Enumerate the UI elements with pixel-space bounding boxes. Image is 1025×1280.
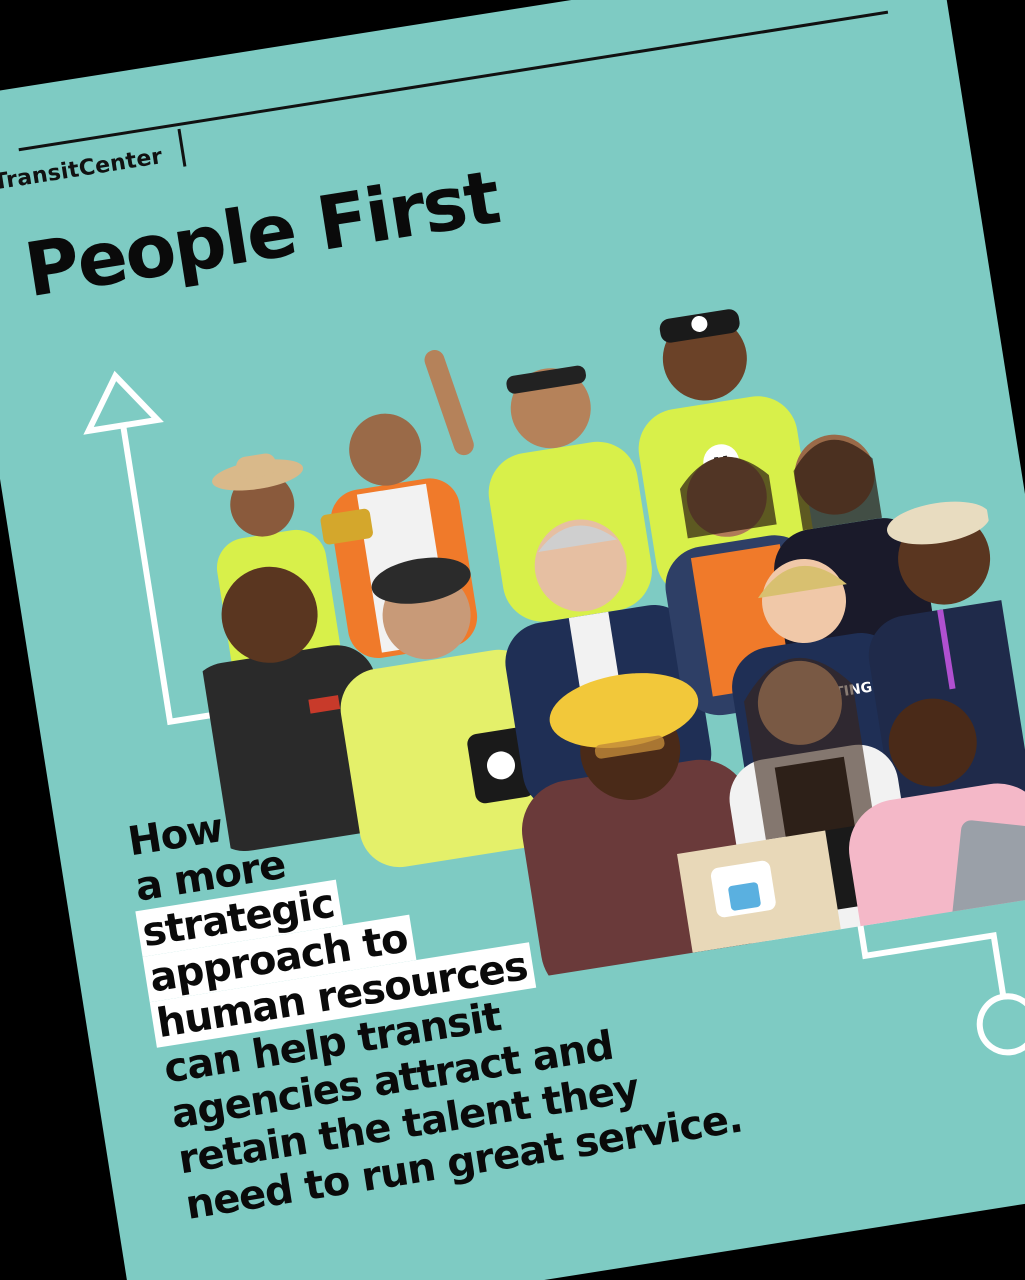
report-cover: TransitCenter People First How a more st… <box>0 0 1025 1280</box>
arrow-end-circle-icon <box>976 993 1025 1056</box>
page-background: TransitCenter People First How a more st… <box>0 0 1025 1280</box>
arrow-head-icon <box>83 370 164 435</box>
